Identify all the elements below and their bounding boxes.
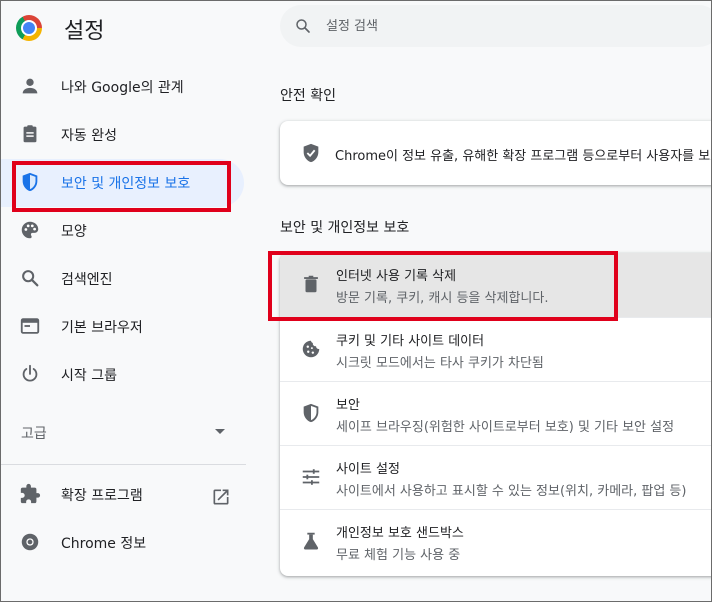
settings-window: 설정 나와 Google의 관계 자동 완성 보안 및 개인정보 보호: [0, 0, 712, 602]
shield-icon: [22, 172, 38, 192]
security-row[interactable]: 보안 세이프 브라우징(위험한 사이트로부터 보호) 및 기타 보안 설정: [280, 381, 711, 446]
privacy-card: 인터넷 사용 기록 삭제 방문 기록, 쿠키, 캐시 등을 삭제합니다. 쿠키 …: [280, 253, 711, 576]
search-input[interactable]: [326, 14, 686, 38]
palette-icon: [21, 221, 39, 239]
cookies-row[interactable]: 쿠키 및 기타 사이트 데이터 시크릿 모드에서는 타사 쿠키가 차단됨: [280, 317, 711, 382]
search-icon: [296, 19, 310, 33]
safety-check-heading: 안전 확인: [280, 88, 336, 104]
clear-browsing-data-row[interactable]: 인터넷 사용 기록 삭제 방문 기록, 쿠키, 캐시 등을 삭제합니다.: [280, 253, 711, 317]
row-title: 사이트 설정: [336, 462, 400, 477]
site-settings-row[interactable]: 사이트 설정 사이트에서 사용하고 표시할 수 있는 정보(위치, 카메라, 팝…: [280, 445, 711, 510]
sidebar-item-extensions[interactable]: 확장 프로그램: [1, 471, 244, 519]
puzzle-icon: [20, 483, 41, 504]
sidebar-item-about-chrome[interactable]: Chrome 정보: [1, 519, 244, 567]
trash-icon: [304, 275, 318, 293]
sidebar-item-autofill[interactable]: 자동 완성: [1, 111, 244, 159]
power-icon: [22, 364, 38, 382]
row-description: 사이트에서 사용하고 표시할 수 있는 정보(위치, 카메라, 팝업 등): [336, 484, 687, 499]
row-title: 쿠키 및 기타 사이트 데이터: [336, 334, 485, 349]
cookie-icon: [302, 340, 320, 358]
privacy-section-heading: 보안 및 개인정보 보호: [280, 220, 410, 236]
sidebar-item-privacy-security[interactable]: 보안 및 개인정보 보호: [1, 159, 244, 207]
advanced-toggle[interactable]: 고급: [21, 423, 47, 443]
row-title: 인터넷 사용 기록 삭제: [336, 269, 457, 284]
sidebar-item-label: 자동 완성: [61, 128, 117, 144]
flask-icon: [303, 532, 319, 550]
row-description: 무료 체험 기능 사용 중: [336, 548, 461, 563]
sidebar-item-on-startup[interactable]: 시작 그룹: [1, 351, 244, 399]
open-in-new-icon[interactable]: [211, 487, 231, 507]
sidebar-item-search-engine[interactable]: 검색엔진: [1, 255, 244, 303]
row-description: 세이프 브라우징(위험한 사이트로부터 보호) 및 기타 보안 설정: [336, 420, 675, 435]
sidebar-item-default-browser[interactable]: 기본 브라우저: [1, 303, 244, 351]
sidebar-item-appearance[interactable]: 모양: [1, 207, 244, 255]
sidebar-item-label: 보안 및 개인정보 보호: [61, 176, 191, 192]
row-description: 방문 기록, 쿠키, 캐시 등을 삭제합니다.: [336, 291, 549, 306]
search-icon: [22, 270, 39, 287]
sidebar-item-label: 기본 브라우저: [61, 320, 143, 336]
chevron-down-icon[interactable]: [215, 429, 225, 434]
sidebar-item-you-and-google[interactable]: 나와 Google의 관계: [1, 63, 244, 111]
row-description: 시크릿 모드에서는 타사 쿠키가 차단됨: [336, 356, 544, 371]
page-title: 설정: [64, 19, 105, 44]
sidebar-item-label: 모양: [61, 224, 87, 240]
sidebar-item-label: Chrome 정보: [61, 536, 147, 552]
tune-icon: [302, 469, 320, 485]
person-icon: [22, 78, 38, 94]
sidebar-item-label: 검색엔진: [61, 272, 113, 288]
chrome-icon: [21, 533, 39, 551]
clipboard-icon: [23, 125, 37, 143]
chrome-logo-icon: [16, 15, 42, 41]
sidebar-item-label: 나와 Google의 관계: [61, 80, 184, 96]
sidebar-item-label: 확장 프로그램: [61, 488, 143, 504]
shield-icon: [303, 403, 319, 423]
shield-check-icon: [303, 143, 319, 163]
safety-check-card: Chrome이 정보 유출, 유해한 확장 프로그램 등으로부터 사용자를 보호: [280, 121, 712, 185]
row-title: 보안: [336, 398, 360, 413]
browser-icon: [20, 318, 40, 334]
safety-check-description: Chrome이 정보 유출, 유해한 확장 프로그램 등으로부터 사용자를 보호: [335, 149, 712, 164]
search-box[interactable]: [280, 5, 711, 47]
row-title: 개인정보 보호 샌드박스: [336, 526, 464, 541]
privacy-sandbox-row[interactable]: 개인정보 보호 샌드박스 무료 체험 기능 사용 중: [280, 509, 711, 574]
sidebar-divider: [1, 464, 246, 465]
sidebar-item-label: 시작 그룹: [61, 368, 117, 384]
